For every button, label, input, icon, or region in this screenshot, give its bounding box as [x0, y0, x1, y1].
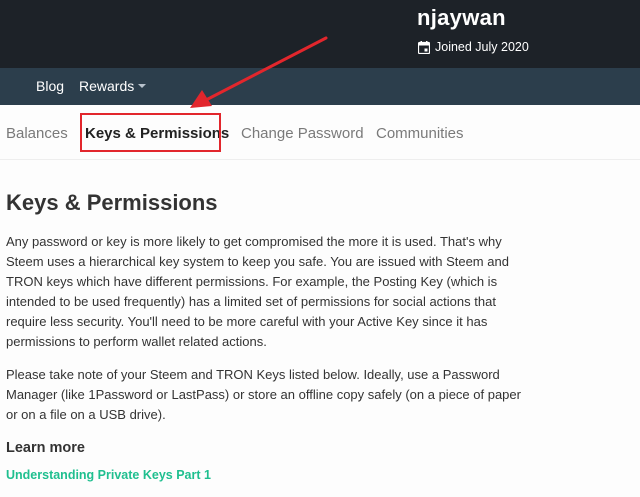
chevron-down-icon [138, 84, 147, 89]
tab-change-password[interactable]: Change Password [241, 124, 364, 144]
page-title: Keys & Permissions [6, 190, 218, 215]
joined-date: Joined July 2020 [418, 38, 529, 56]
keys-permissions-section: Keys & Permissions Any password or key i… [6, 188, 526, 484]
nav-blog-link[interactable]: Blog [36, 68, 64, 105]
page: njaywan Joined July 2020 Blog Rewards Ba… [0, 0, 640, 497]
learn-more-heading: Learn more [6, 440, 85, 456]
intro-paragraph: Any password or key is more likely to ge… [6, 234, 509, 349]
private-keys-link[interactable]: Understanding Private Keys Part 1 [6, 466, 211, 484]
tab-communities[interactable]: Communities [376, 124, 464, 144]
annotation-arrow-icon [190, 36, 328, 108]
nav-rewards-dropdown[interactable]: Rewards [79, 68, 147, 105]
tab-balances[interactable]: Balances [6, 124, 68, 144]
keys-note-paragraph: Please take note of your Steem and TRON … [6, 367, 521, 422]
profile-username: njaywan [417, 5, 506, 30]
calendar-icon [418, 40, 430, 54]
joined-text: Joined July 2020 [435, 40, 529, 54]
nav-rewards-label: Rewards [79, 78, 135, 94]
annotation-highlight-box [80, 113, 221, 152]
